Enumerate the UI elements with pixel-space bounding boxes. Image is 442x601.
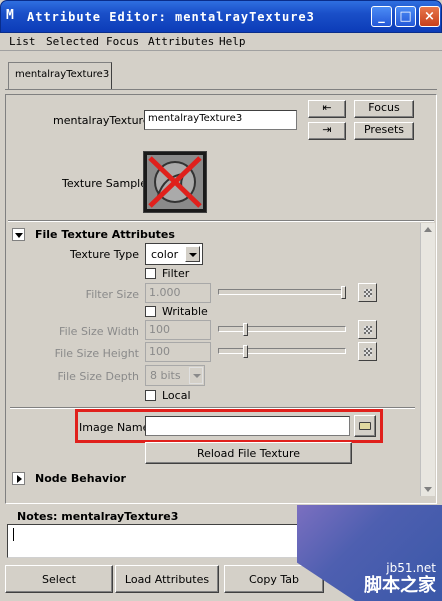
file-size-height-slider[interactable] [218,348,346,354]
focus-button[interactable]: Focus [354,100,414,118]
file-texture-section-header[interactable]: File Texture Attributes [6,226,418,244]
texture-type-dropdown[interactable]: color [145,243,203,265]
file-size-width-field[interactable]: 100 [145,320,211,340]
node-name-label: mentalrayTexture: [53,114,154,127]
tab-row: mentalrayTexture3 [5,60,437,90]
text-cursor [13,528,14,541]
maya-icon: M [6,8,14,23]
file-size-height-label: File Size Height [54,347,139,360]
menu-list[interactable]: List [9,35,36,48]
missing-texture-icon [147,155,203,209]
vertical-scrollbar[interactable] [420,223,435,496]
file-texture-section-label: File Texture Attributes [35,228,175,241]
filter-checkbox[interactable] [145,268,156,279]
menu-attributes[interactable]: Attributes [148,35,214,48]
filter-size-slider-handle[interactable] [341,286,346,299]
texture-type-value: color [151,248,179,261]
file-size-width-slider[interactable] [218,326,346,332]
node-behavior-section-header[interactable]: Node Behavior [6,470,418,488]
node-behavior-section-label: Node Behavior [35,472,126,485]
collapse-arrow-icon [12,228,25,241]
menu-bar: List Selected Focus Attributes Help [0,33,442,51]
output-connection-button[interactable]: ⇥ [308,122,346,140]
menu-focus[interactable]: Focus [106,35,139,48]
maximize-button[interactable]: □ [395,6,416,27]
writable-checkbox[interactable] [145,306,156,317]
file-size-width-label: File Size Width [59,325,139,338]
file-size-height-slider-handle[interactable] [243,345,248,358]
filter-label: Filter [162,267,190,280]
texture-sample-label: Texture Sample [62,177,148,190]
file-size-depth-label: File Size Depth [57,370,140,383]
expand-arrow-icon [12,472,25,485]
select-button[interactable]: Select [5,565,113,593]
maximize-icon: □ [399,9,412,24]
input-connection-button[interactable]: ⇤ [308,100,346,118]
checker-icon [364,348,372,356]
minimize-icon: _ [378,9,385,24]
image-name-highlight-box [75,409,383,443]
close-icon: × [424,9,435,24]
menu-selected[interactable]: Selected [46,35,99,48]
file-size-depth-dropdown[interactable]: 8 bits [145,365,205,386]
checker-icon [364,289,372,297]
output-arrow-icon: ⇥ [322,123,332,136]
notes-label: Notes: mentalrayTexture3 [17,510,179,523]
filter-size-map-button[interactable] [358,283,377,302]
local-checkbox[interactable] [145,390,156,401]
file-size-height-map-button[interactable] [358,342,377,361]
file-size-width-slider-handle[interactable] [243,323,248,336]
divider [8,220,434,222]
chevron-down-icon [185,246,200,262]
load-attributes-button[interactable]: Load Attributes [115,565,219,593]
texture-type-label: Texture Type [69,248,139,261]
scroll-up-icon [424,227,432,232]
watermark-text: 脚本之家 [364,575,436,596]
node-name-field[interactable]: mentalrayTexture3 [144,110,297,130]
close-button[interactable]: × [419,6,440,27]
texture-sample-swatch[interactable] [143,151,207,213]
file-size-depth-value: 8 bits [150,369,181,382]
menu-help[interactable]: Help [219,35,246,48]
filter-size-field[interactable]: 1.000 [145,283,211,303]
reload-file-texture-button[interactable]: Reload File Texture [145,442,352,464]
filter-size-slider[interactable] [218,289,346,295]
filter-size-label: Filter Size [85,288,139,301]
scroll-down-icon [424,487,432,492]
writable-label: Writable [162,305,208,318]
file-size-height-field[interactable]: 100 [145,342,211,362]
local-label: Local [162,389,191,402]
title-bar[interactable]: M Attribute Editor: mentalrayTexture3 _ … [0,0,442,33]
tab-mentalraytexture3[interactable]: mentalrayTexture3 [8,62,112,89]
window-title: Attribute Editor: mentalrayTexture3 [27,10,315,24]
presets-button[interactable]: Presets [354,122,414,140]
file-size-width-map-button[interactable] [358,320,377,339]
input-arrow-icon: ⇤ [322,101,332,114]
checker-icon [364,326,372,334]
minimize-button[interactable]: _ [371,6,392,27]
chevron-down-icon [189,367,203,384]
